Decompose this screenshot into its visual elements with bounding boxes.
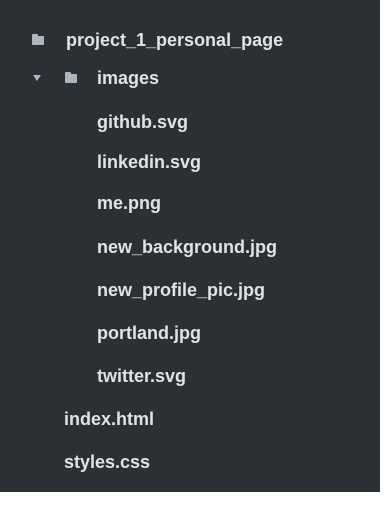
tree-item-file[interactable]: new_background.jpg: [0, 228, 380, 266]
tree-item-label: portland.jpg: [97, 323, 201, 343]
tree-item-label: github.svg: [97, 112, 188, 132]
tree-item-label: project_1_personal_page: [66, 30, 284, 50]
tree-item-label: styles.css: [64, 452, 151, 472]
tree-item-file[interactable]: new_profile_pic.jpg: [0, 271, 380, 309]
chevron-down-icon[interactable]: [33, 75, 41, 81]
tree-item-label: me.png: [97, 193, 162, 213]
tree-item-label: new_background.jpg: [97, 237, 278, 257]
tree-item-file[interactable]: linkedin.svg: [0, 143, 380, 181]
folder-icon: [32, 34, 44, 45]
tree-item-project-folder[interactable]: project_1_personal_page: [0, 21, 380, 59]
tree-item-label: new_profile_pic.jpg: [97, 280, 266, 300]
folder-icon: [65, 72, 77, 83]
tree-item-label: twitter.svg: [97, 366, 187, 386]
tree-item-images-folder[interactable]: images: [0, 59, 380, 97]
tree-item-file[interactable]: portland.jpg: [0, 314, 380, 352]
tree-item-label: images: [97, 68, 160, 88]
tree-item-file[interactable]: github.svg: [0, 103, 380, 141]
tree-item-file[interactable]: twitter.svg: [0, 357, 380, 395]
tree-item-file[interactable]: index.html: [0, 400, 380, 438]
tree-item-file[interactable]: styles.css: [0, 443, 380, 481]
file-tree-panel: project_1_personal_page images github.sv…: [0, 0, 380, 492]
tree-item-label: index.html: [64, 409, 155, 429]
tree-item-label: linkedin.svg: [97, 152, 202, 172]
tree-item-file[interactable]: me.png: [0, 184, 380, 222]
